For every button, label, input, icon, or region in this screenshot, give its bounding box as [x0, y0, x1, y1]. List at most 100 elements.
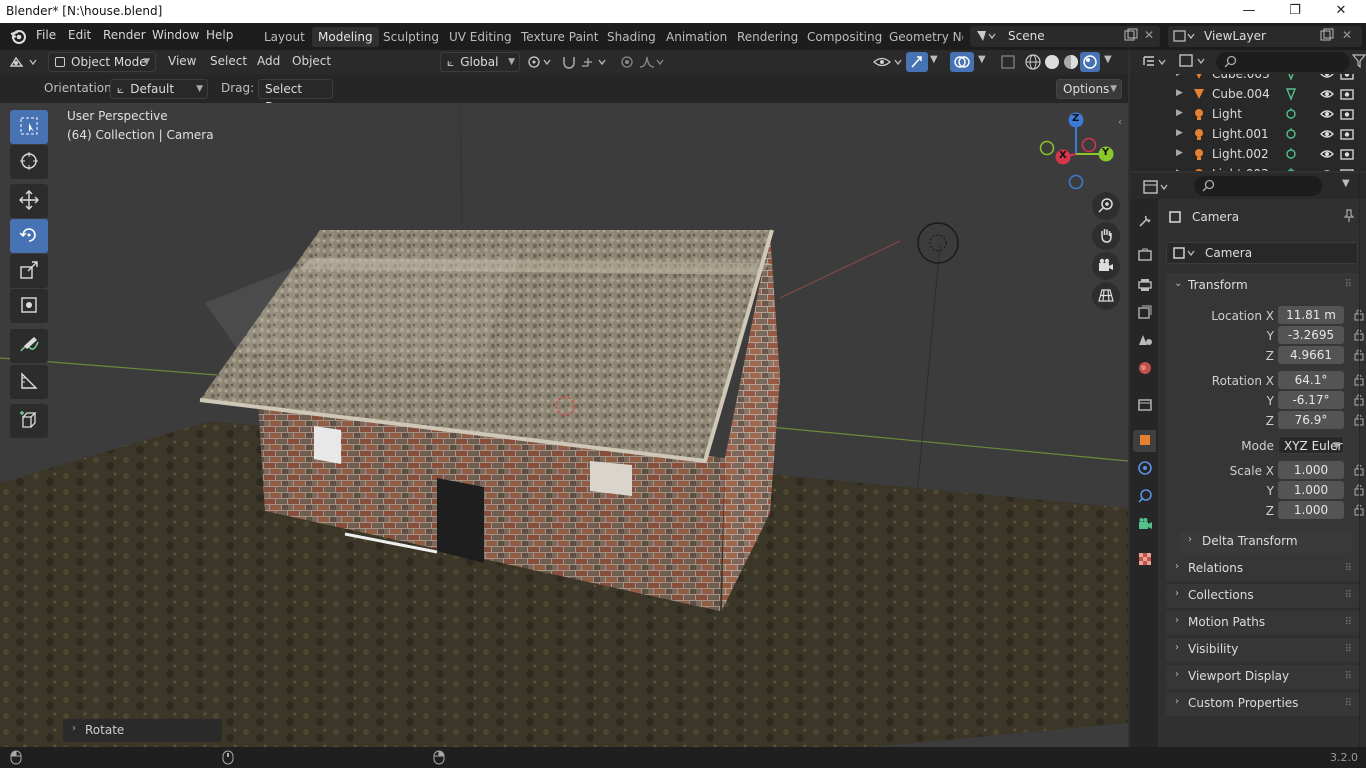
workspace-tab-compositing[interactable]: Compositing — [801, 27, 888, 47]
eye-icon[interactable] — [1320, 167, 1334, 171]
outliner-search-input[interactable] — [1216, 52, 1350, 72]
expand-arrow-icon[interactable]: ▶ — [1176, 74, 1183, 78]
properties-search-input[interactable] — [1194, 176, 1322, 196]
duplicate-scene-icon[interactable] — [1124, 28, 1138, 45]
annotate-tool[interactable] — [10, 329, 48, 363]
viewport-menu-add[interactable]: Add — [255, 54, 282, 68]
scale-x-field[interactable]: 1.000 — [1278, 461, 1344, 479]
mesh-data-icon[interactable] — [1284, 74, 1298, 84]
cursor-tool[interactable] — [10, 145, 48, 179]
transform-orientation-dropdown[interactable]: ⟀ Global ▼ — [440, 52, 520, 72]
lock-icon[interactable] — [1354, 349, 1366, 361]
overlays-toggle-icon[interactable] — [950, 52, 974, 72]
menu-edit[interactable]: Edit — [66, 28, 93, 42]
tab-constraints[interactable] — [1133, 486, 1156, 508]
workspace-tab-rendering[interactable]: Rendering — [731, 27, 804, 47]
viewport-menu-object[interactable]: Object — [290, 54, 333, 68]
measure-tool[interactable] — [10, 365, 48, 399]
workspace-tab-uv-editing[interactable]: UV Editing — [443, 27, 518, 47]
toggle-perspective-button[interactable] — [1092, 282, 1120, 310]
transform-panel-title[interactable]: Transform — [1188, 278, 1248, 292]
object-datablock-field[interactable]: Camera — [1166, 242, 1358, 264]
lock-icon[interactable] — [1354, 374, 1366, 386]
menu-help[interactable]: Help — [204, 28, 235, 42]
remove-view-layer-icon[interactable]: ✕ — [1342, 28, 1352, 42]
wireframe-shading-icon[interactable] — [1024, 53, 1042, 74]
properties-scrollbar[interactable] — [1359, 173, 1360, 747]
panel-relations[interactable]: › Relations ⠿ — [1166, 557, 1360, 581]
panel-motion-paths[interactable]: › Motion Paths ⠿ — [1166, 611, 1360, 635]
location-y-field[interactable]: -3.2695 — [1278, 326, 1344, 344]
location-z-field[interactable]: 4.9661 — [1278, 346, 1344, 364]
outliner-row[interactable]: ▶ Light.001 — [1130, 124, 1366, 144]
outliner-row[interactable]: ▶ Cube.003 — [1130, 74, 1366, 84]
scale-z-field[interactable]: 1.000 — [1278, 501, 1344, 519]
object-mode-dropdown[interactable]: Object Mode ▼ — [48, 52, 156, 72]
panel-collections[interactable]: › Collections ⠿ — [1166, 584, 1360, 608]
tab-tool[interactable] — [1133, 211, 1156, 233]
viewport-menu-view[interactable]: View — [166, 54, 198, 68]
duplicate-view-layer-icon[interactable] — [1320, 28, 1334, 45]
outliner-row[interactable]: ▶ Light.002 — [1130, 144, 1366, 164]
panel-viewport-display[interactable]: › Viewport Display ⠿ — [1166, 665, 1360, 689]
xray-toggle-icon[interactable] — [1000, 54, 1016, 73]
tab-view-layer[interactable] — [1133, 302, 1156, 324]
eye-icon[interactable] — [1320, 147, 1334, 164]
outliner-row[interactable]: ▶ Cube.004 — [1130, 84, 1366, 104]
drag-dropdown[interactable]: Select Box▼ — [258, 79, 333, 114]
panel-custom-properties[interactable]: › Custom Properties ⠿ — [1166, 692, 1360, 716]
pin-icon[interactable] — [1342, 209, 1356, 226]
panel-grip-icon[interactable]: ⠿ — [1345, 590, 1352, 601]
expand-arrow-icon[interactable]: ▶ — [1176, 108, 1183, 118]
tab-modifiers[interactable] — [1133, 458, 1156, 480]
minimize-button[interactable]: — — [1226, 0, 1272, 23]
scale-tool[interactable] — [10, 254, 48, 288]
expand-arrow-icon[interactable]: ▶ — [1176, 148, 1183, 158]
gizmo-dropdown-icon[interactable]: ▼ — [930, 54, 938, 65]
workspace-tab-modeling[interactable]: Modeling — [312, 27, 379, 47]
display-mode-icon[interactable] — [1178, 53, 1208, 72]
workspace-tab-texture-paint[interactable]: Texture Paint — [515, 27, 604, 47]
expand-arrow-icon[interactable]: ▶ — [1176, 128, 1183, 138]
viewport-menu-select[interactable]: Select — [208, 54, 249, 68]
scale-y-field[interactable]: 1.000 — [1278, 481, 1344, 499]
eye-icon[interactable] — [1320, 107, 1334, 124]
tab-world[interactable] — [1133, 358, 1156, 380]
menu-file[interactable]: File — [34, 28, 58, 42]
eye-icon[interactable] — [1320, 127, 1334, 144]
light-data-icon[interactable] — [1284, 147, 1298, 164]
workspace-tab-sculpting[interactable]: Sculpting — [377, 27, 445, 47]
rotation-z-field[interactable]: 76.9° — [1278, 411, 1344, 429]
zoom-button[interactable] — [1092, 192, 1120, 220]
properties-editor-type-icon[interactable] — [1142, 179, 1170, 198]
tab-collection[interactable] — [1133, 395, 1156, 417]
overlays-dropdown-icon[interactable]: ▼ — [978, 54, 986, 65]
panel-grip-icon[interactable]: ⠿ — [1345, 563, 1352, 574]
pivot-point-icon[interactable] — [526, 54, 554, 73]
mesh-data-icon[interactable] — [1284, 87, 1298, 104]
render-camera-icon[interactable] — [1340, 167, 1354, 171]
navigation-gizmo[interactable]: Z Y X — [1030, 108, 1122, 200]
proportional-editing-icon[interactable] — [618, 54, 636, 73]
shading-dropdown-icon[interactable]: ▼ — [1104, 54, 1112, 65]
workspace-tab-animation[interactable]: Animation — [660, 27, 733, 47]
lock-icon[interactable] — [1354, 504, 1366, 516]
editor-type-icon[interactable] — [8, 54, 40, 73]
lock-icon[interactable] — [1354, 309, 1366, 321]
material-preview-shading-icon[interactable] — [1062, 53, 1080, 74]
render-camera-icon[interactable] — [1340, 74, 1354, 84]
render-camera-icon[interactable] — [1340, 127, 1354, 144]
orientation-dropdown[interactable]: ⟀ Default ▼ — [110, 79, 208, 99]
remove-scene-icon[interactable]: ✕ — [1144, 28, 1154, 42]
visibility-selectability-icon[interactable] — [872, 54, 904, 73]
lock-icon[interactable] — [1354, 414, 1366, 426]
outliner-row[interactable]: ▶ Light — [1130, 104, 1366, 124]
last-operator-panel[interactable]: › Rotate — [63, 719, 222, 742]
lock-icon[interactable] — [1354, 464, 1366, 476]
close-button[interactable]: ✕ — [1318, 0, 1364, 23]
panel-grip-icon[interactable]: ⠿ — [1345, 617, 1352, 628]
solid-shading-icon[interactable] — [1043, 53, 1061, 74]
snap-icon[interactable] — [560, 54, 578, 73]
workspace-tab-shading[interactable]: Shading — [601, 27, 662, 47]
expand-arrow-icon[interactable]: ▶ — [1176, 168, 1183, 171]
